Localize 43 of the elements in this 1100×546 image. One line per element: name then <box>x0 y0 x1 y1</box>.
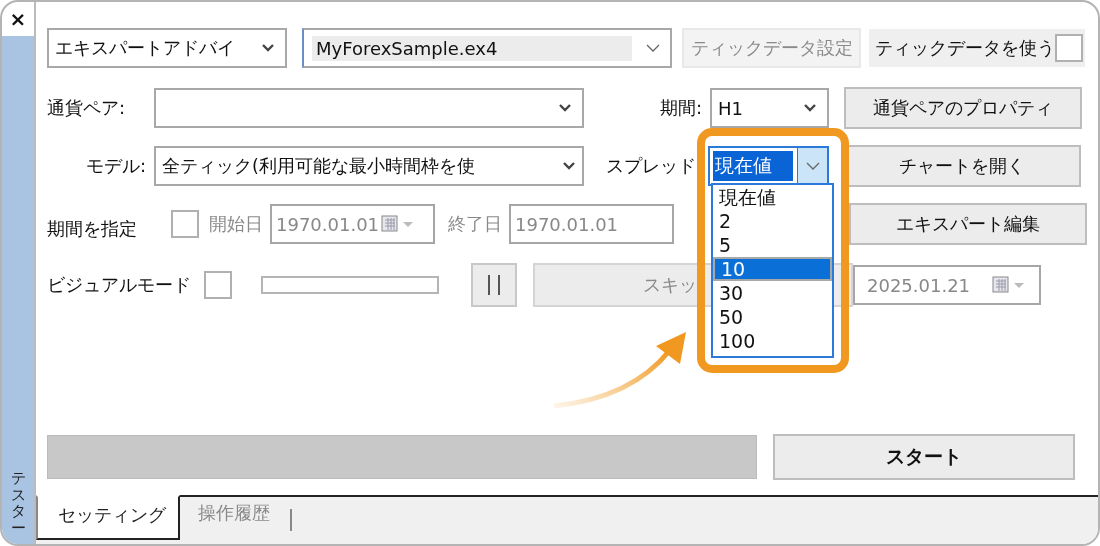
panel-title: テスター <box>10 470 26 536</box>
chevron-icon <box>261 43 275 53</box>
dropdown-option[interactable]: 10 <box>713 257 832 281</box>
chevron-icon <box>558 103 572 113</box>
symbol-select[interactable] <box>154 88 584 128</box>
chevron-icon <box>562 161 576 171</box>
symbol-properties-button[interactable]: 通貨ペアのプロパティ <box>844 87 1082 129</box>
pause-button[interactable] <box>471 263 517 307</box>
chevron-icon <box>803 103 817 113</box>
visual-mode-label: ビジュアルモード <box>47 273 192 297</box>
side-panel-bar[interactable]: テスター <box>2 36 34 544</box>
dropdown-option[interactable]: 2 <box>713 209 832 233</box>
start-date-label: 開始日 <box>209 212 263 236</box>
period-select[interactable]: H1 <box>710 88 829 128</box>
close-button[interactable]: × <box>2 2 34 36</box>
model-label: モデル: <box>84 154 147 178</box>
symbol-label: 通貨ペア: <box>47 96 127 120</box>
start-button[interactable]: スタート <box>773 434 1075 480</box>
expert-type-select[interactable]: エキスパートアドバイ <box>47 28 287 68</box>
chevron-icon <box>805 161 820 171</box>
tab[interactable]: セッティング <box>36 495 180 540</box>
dropdown-option[interactable]: 30 <box>713 281 832 305</box>
spread-combo[interactable]: 現在値 <box>708 146 829 186</box>
pause-icon <box>485 274 503 296</box>
expert-file-select[interactable]: MyForexSample.ex4 <box>302 28 672 68</box>
period-label: 期間: <box>658 96 702 120</box>
skip-date-field[interactable]: 2025.01.21 <box>853 265 1041 305</box>
end-date-field[interactable]: 1970.01.01 <box>509 204 674 244</box>
chevron-icon <box>646 43 660 53</box>
start-date-field[interactable]: 1970.01.01 <box>270 204 435 244</box>
spread-label: スプレッド <box>605 154 696 178</box>
dropdown-option[interactable]: 現在値 <box>713 185 832 209</box>
dropdown-option[interactable]: 5 <box>713 233 832 257</box>
checkbox[interactable] <box>204 271 232 299</box>
checkbox[interactable] <box>1055 34 1083 62</box>
dropdown-option[interactable]: 100 <box>713 329 832 353</box>
edit-expert-button[interactable]: エキスパート編集 <box>849 203 1087 245</box>
checkbox[interactable] <box>171 210 199 238</box>
end-date-label: 終了日 <box>448 212 502 236</box>
date-range-label: 期間を指定 <box>47 217 138 241</box>
model-select[interactable]: 全ティック(利用可能な最小時間枠を使 <box>154 146 584 186</box>
use-tick-data-label: ティックデータを使う <box>875 36 1055 60</box>
dropdown-option[interactable]: 50 <box>713 305 832 329</box>
